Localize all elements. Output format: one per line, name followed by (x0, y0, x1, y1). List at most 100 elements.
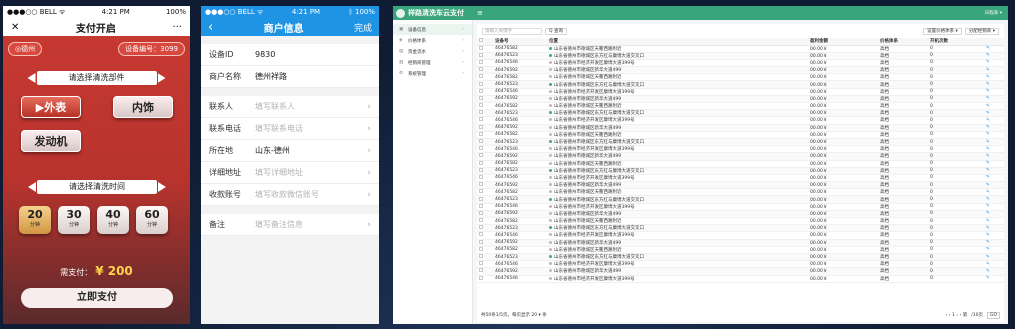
edit-icon[interactable]: ✎ (984, 231, 1004, 240)
part-exterior-button[interactable]: ▶ 外表 (21, 96, 81, 118)
table-row[interactable]: 46476523 山东省德州市德城区东方红与康博大道交叉口 00.00￥ 高档 0 ✎ (477, 167, 1004, 175)
edit-icon[interactable]: ✎ (984, 246, 1004, 254)
close-icon[interactable]: ✕ (11, 22, 19, 33)
edit-icon[interactable]: ✎ (984, 109, 1004, 118)
row-checkbox[interactable] (477, 145, 493, 154)
table-row[interactable]: 46476546 山东省德州市经济开发区康博大道399号 00.00￥ 高档 0 ✎ (477, 145, 1004, 154)
edit-icon[interactable]: ✎ (984, 224, 1004, 233)
table-row[interactable]: 46476582 山东省德州市德城区天衢西路附近 00.00￥ 高档 0 ✎ (477, 102, 1004, 111)
table-row[interactable]: 46476546 山东省德州市经济开发区康博大道399号 00.00￥ 高档 0 ✎ (477, 88, 1004, 96)
menu-toggle-icon[interactable]: ≡ (477, 9, 483, 17)
table-row[interactable]: 46476592 山东省德州市德城区新华大道499 00.00￥ 高档 0 ✎ (477, 66, 1004, 75)
time-20-button[interactable]: 20 分钟 (19, 206, 51, 234)
edit-icon[interactable]: ✎ (984, 102, 1004, 111)
form-row-account[interactable]: 收款账号 填写收款微信账号 › (201, 184, 379, 206)
row-checkbox[interactable] (477, 80, 493, 89)
row-checkbox[interactable] (477, 224, 493, 233)
edit-icon[interactable]: ✎ (984, 80, 1004, 89)
row-checkbox[interactable] (477, 195, 493, 204)
done-button[interactable]: 完成 (354, 21, 372, 34)
sidebar-item-system[interactable]: ⚙ 系统管理 › (393, 68, 472, 79)
location-badge[interactable]: ◎德州 (8, 42, 43, 56)
row-checkbox[interactable] (477, 138, 493, 147)
table-row[interactable]: 46476592 山东省德州市德城区新华大道499 00.00￥ 高档 0 ✎ (477, 124, 1004, 132)
edit-icon[interactable]: ✎ (984, 45, 1004, 53)
row-checkbox[interactable] (477, 66, 493, 75)
row-checkbox[interactable] (477, 45, 493, 53)
row-checkbox[interactable] (477, 260, 493, 269)
pagination-controls[interactable]: ‹ ‹ 1 › › 第 (946, 312, 968, 318)
row-checkbox[interactable] (477, 152, 493, 161)
table-row[interactable]: 46476546 山东省德州市经济开发区康博大道399号 00.00￥ 高档 0 ✎ (477, 59, 1004, 68)
form-row-phone[interactable]: 联系电话 填写联系电话 › (201, 118, 379, 140)
row-checkbox[interactable] (477, 210, 493, 219)
row-checkbox[interactable] (477, 203, 493, 211)
row-checkbox[interactable] (477, 253, 493, 262)
table-row[interactable]: 46476592 山东省德州市德城区新华大道499 00.00￥ 高档 0 ✎ (477, 267, 1004, 276)
search-button[interactable]: Q 查询 (545, 27, 567, 35)
edit-icon[interactable]: ✎ (984, 152, 1004, 161)
table-row[interactable]: 46476523 山东省德州市德城区东方红与康博大道交叉口 00.00￥ 高档 0 ✎ (477, 253, 1004, 262)
row-checkbox[interactable] (477, 174, 493, 183)
table-row[interactable]: 46476546 山东省德州市经济开发区康博大道399号 00.00￥ 高档 0 ✎ (477, 275, 1004, 283)
table-row[interactable]: 46476592 山东省德州市德城区新华大道499 00.00￥ 高档 0 ✎ (477, 152, 1004, 161)
edit-icon[interactable]: ✎ (984, 131, 1004, 139)
row-checkbox[interactable] (477, 88, 493, 96)
table-row[interactable]: 46476546 山东省德州市经济开发区康博大道399号 00.00￥ 高档 0 ✎ (477, 260, 1004, 269)
assign-dealer-button[interactable]: 分配经销商 ▾ (964, 27, 999, 35)
table-row[interactable]: 46476592 山东省德州市德城区新华大道499 00.00￥ 高档 0 ✎ (477, 210, 1004, 219)
row-checkbox[interactable] (477, 160, 493, 168)
row-checkbox[interactable] (477, 275, 493, 283)
edit-icon[interactable]: ✎ (984, 203, 1004, 211)
table-row[interactable]: 46476592 山东省德州市德城区新华大道499 00.00￥ 高档 0 ✎ (477, 181, 1004, 190)
edit-icon[interactable]: ✎ (984, 88, 1004, 96)
search-input[interactable]: 请输入关键字 (482, 27, 542, 35)
table-row[interactable]: 46476523 山东省德州市德城区东方红与康博大道交叉口 00.00￥ 高档 0 ✎ (477, 138, 1004, 147)
remark-input[interactable]: 填写备注信息 (255, 219, 303, 230)
row-checkbox[interactable] (477, 73, 493, 82)
phone-input[interactable]: 填写联系电话 (255, 123, 303, 134)
part-interior-button[interactable]: 内饰 (113, 96, 173, 118)
row-checkbox[interactable] (477, 181, 493, 190)
table-row[interactable]: 46476582 山东省德州市德城区天衢西路附近 00.00￥ 高档 0 ✎ (477, 73, 1004, 82)
edit-icon[interactable]: ✎ (984, 217, 1004, 226)
sidebar-item-device-info[interactable]: ▣ 设备信息 › (393, 24, 472, 35)
edit-icon[interactable]: ✎ (984, 124, 1004, 132)
edit-icon[interactable]: ✎ (984, 73, 1004, 82)
edit-icon[interactable]: ✎ (984, 253, 1004, 262)
table-row[interactable]: 46476546 山东省德州市经济开发区康博大道399号 00.00￥ 高档 0 ✎ (477, 231, 1004, 240)
edit-icon[interactable]: ✎ (984, 66, 1004, 75)
form-row-contact[interactable]: 联系人 填写联系人 › (201, 96, 379, 118)
row-checkbox[interactable] (477, 102, 493, 111)
more-icon[interactable]: ··· (172, 22, 182, 33)
table-row[interactable]: 46476523 山东省德州市德城区东方红与康博大道交叉口 00.00￥ 高档 0 ✎ (477, 52, 1004, 60)
table-row[interactable]: 46476582 山东省德州市德城区天衢西路附近 00.00￥ 高档 0 ✎ (477, 45, 1004, 53)
edit-icon[interactable]: ✎ (984, 188, 1004, 197)
row-checkbox[interactable] (477, 167, 493, 175)
edit-icon[interactable]: ✎ (984, 181, 1004, 190)
address-input[interactable]: 填写详细地址 (255, 167, 303, 178)
table-row[interactable]: 46476582 山东省德州市德城区天衢西路附近 00.00￥ 高档 0 ✎ (477, 217, 1004, 226)
row-checkbox[interactable] (477, 217, 493, 226)
row-checkbox[interactable] (477, 109, 493, 118)
table-row[interactable]: 46476546 山东省德州市经济开发区康博大道399号 00.00￥ 高档 0 ✎ (477, 203, 1004, 211)
row-checkbox[interactable] (477, 267, 493, 276)
form-row-address[interactable]: 详细地址 填写详细地址 › (201, 162, 379, 184)
table-row[interactable]: 46476582 山东省德州市德城区天衢西路附近 00.00￥ 高档 0 ✎ (477, 246, 1004, 254)
row-checkbox[interactable] (477, 246, 493, 254)
time-60-button[interactable]: 60 分钟 (136, 206, 168, 234)
edit-icon[interactable]: ✎ (984, 160, 1004, 168)
table-row[interactable]: 46476592 山东省德州市德城区新华大道499 00.00￥ 高档 0 ✎ (477, 95, 1004, 104)
sidebar-item-cashflow[interactable]: ▤ 资金流水 › (393, 46, 472, 57)
form-row-location[interactable]: 所在地 山东-德州 › (201, 140, 379, 162)
row-checkbox[interactable] (477, 239, 493, 247)
row-checkbox[interactable] (477, 124, 493, 132)
time-30-button[interactable]: 30 分钟 (58, 206, 90, 234)
account-input[interactable]: 填写收款微信账号 (255, 189, 319, 200)
go-button[interactable]: GO (986, 311, 1000, 319)
sidebar-item-pricing[interactable]: ◈ 价格体系 › (393, 35, 472, 46)
row-checkbox[interactable] (477, 116, 493, 125)
edit-icon[interactable]: ✎ (984, 52, 1004, 60)
row-checkbox[interactable] (477, 131, 493, 139)
table-row[interactable]: 46476523 山东省德州市德城区东方红与康博大道交叉口 00.00￥ 高档 0 ✎ (477, 80, 1004, 89)
